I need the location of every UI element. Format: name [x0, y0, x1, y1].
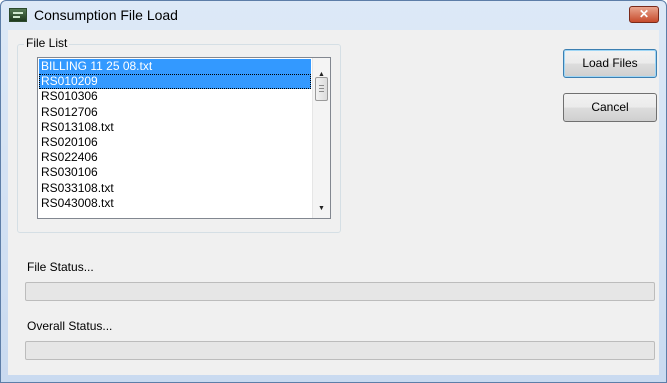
- file-listbox[interactable]: BILLING 11 25 08.txt RS010209 RS010306 RS01…: [37, 57, 331, 219]
- file-list-item[interactable]: RS022406: [39, 150, 311, 165]
- file-list-group-label: File List: [24, 36, 70, 50]
- file-list-item[interactable]: RS030106: [39, 165, 311, 180]
- file-list-item[interactable]: RS010209: [39, 74, 311, 90]
- file-list-item[interactable]: RS020106: [39, 135, 311, 150]
- file-status-label: File Status...: [27, 260, 94, 274]
- overall-status-label: Overall Status...: [27, 319, 113, 333]
- title-bar: Consumption File Load ✕: [1, 1, 666, 31]
- vertical-scrollbar[interactable]: ▲ ▼: [312, 58, 330, 218]
- file-list-item[interactable]: RS043008.txt: [39, 196, 311, 211]
- close-button[interactable]: ✕: [629, 6, 659, 23]
- thumb-grip-line: [319, 88, 324, 89]
- file-list-item[interactable]: RS012706: [39, 105, 311, 120]
- load-files-button[interactable]: Load Files: [563, 49, 657, 78]
- close-icon: ✕: [638, 7, 650, 21]
- file-list-item[interactable]: RS010306: [39, 89, 311, 104]
- scroll-down-arrow-icon[interactable]: ▼: [313, 200, 330, 217]
- thumb-grip-line: [319, 85, 324, 86]
- overall-status-progress-bar: [25, 341, 655, 360]
- file-list-item[interactable]: BILLING 11 25 08.txt: [39, 59, 311, 74]
- app-icon: [9, 8, 27, 22]
- thumb-grip-line: [319, 91, 324, 92]
- file-list-item[interactable]: RS033108.txt: [39, 181, 311, 196]
- file-status-progress-bar: [25, 282, 655, 301]
- file-list-item[interactable]: RS013108.txt: [39, 120, 311, 135]
- cancel-button[interactable]: Cancel: [563, 93, 657, 122]
- window-title: Consumption File Load: [34, 7, 178, 23]
- scrollbar-thumb[interactable]: [315, 77, 328, 101]
